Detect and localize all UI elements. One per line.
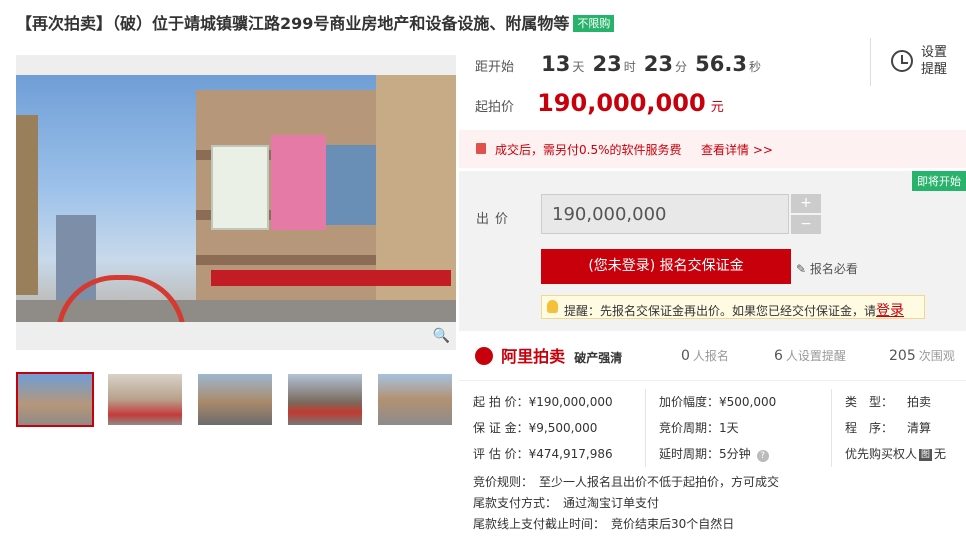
- brand-sub: 破产强清: [574, 351, 623, 365]
- countdown-minutes: 23: [643, 52, 674, 76]
- login-tip: 提醒：先报名交保证金再出价。如果您已经交付保证金，请登录: [541, 295, 925, 319]
- thumbnail[interactable]: [196, 372, 274, 427]
- brand-name: 阿里拍卖: [501, 347, 566, 366]
- page-title: 【再次拍卖】（破）位于靖城镇骥江路299号商业房地产和设备设施、附属物等 不限购: [16, 10, 956, 34]
- info-col-type: 类 型： 拍卖 程 序： 清算 优先购买权人图无: [845, 395, 947, 461]
- bid-input[interactable]: 190,000,000: [541, 194, 789, 234]
- countdown-days: 13: [541, 52, 571, 76]
- lightbulb-icon: [547, 300, 558, 313]
- stat-views: 205 次围观: [889, 348, 955, 364]
- countdown-hours: 23: [592, 52, 622, 76]
- priority-buyer-icon: 图: [919, 449, 933, 461]
- view-details-link[interactable]: 查看详情 >>: [701, 141, 773, 158]
- auction-info: 起 拍 价：¥190,000,000 保 证 金：¥9,500,000 评 估 …: [459, 380, 966, 467]
- ali-auction-logo-icon: [475, 347, 493, 365]
- service-fee-notice: 成交后，需另付0.5%的软件服务费 查看详情 >>: [459, 130, 966, 168]
- must-read-link[interactable]: ✎ 报名必看: [796, 260, 858, 277]
- alarm-clock-icon: [891, 50, 913, 72]
- thumbnail[interactable]: [286, 372, 364, 427]
- bid-label: 出价: [476, 212, 515, 227]
- image-gallery: 🔍: [16, 55, 456, 350]
- countdown: 距开始 13 天 23 时 23 分 56.3 秒: [475, 52, 761, 76]
- login-link[interactable]: 登录: [876, 303, 904, 319]
- thumbnail-strip: [16, 372, 456, 427]
- auction-panel: 距开始 13 天 23 时 23 分 56.3 秒 设置 提醒 起拍价 190,000,…: [459, 38, 966, 549]
- main-photo[interactable]: [16, 75, 456, 322]
- start-price: 起拍价 190,000,000 元: [475, 89, 724, 117]
- stat-registrants: 0 人报名: [681, 348, 729, 364]
- title-text: 【再次拍卖】（破）位于靖城镇骥江路299号商业房地产和设备设施、附属物等: [16, 14, 570, 33]
- bid-box: 即将开始 出价 190,000,000 + − (您未登录) 报名交保证金 ✎ …: [459, 171, 966, 331]
- countdown-seconds: 56.3: [695, 52, 747, 76]
- thumbnail[interactable]: [16, 372, 94, 427]
- help-icon[interactable]: ?: [756, 450, 769, 462]
- brand-row: 阿里拍卖 破产强清 0 人报名 6 人设置提醒 205 次围观: [475, 343, 966, 373]
- set-reminder-button[interactable]: 设置 提醒: [870, 38, 966, 86]
- purchase-limit-badge: 不限购: [573, 15, 615, 32]
- stat-reminders: 6 人设置提醒: [774, 348, 846, 364]
- start-price-value: 190,000,000: [537, 89, 706, 117]
- auction-rules: 竞价规则： 至少一人报名且出价不低于起拍价，方可成交 尾款支付方式： 通过淘宝订单支…: [473, 475, 780, 531]
- thumbnail[interactable]: [376, 372, 454, 427]
- countdown-label: 距开始: [475, 60, 515, 75]
- info-col-prices: 起 拍 价：¥190,000,000 保 证 金：¥9,500,000 评 估 …: [473, 395, 613, 461]
- increase-bid-button[interactable]: +: [791, 194, 821, 213]
- enroll-deposit-button[interactable]: (您未登录) 报名交保证金: [541, 249, 791, 284]
- zoom-icon[interactable]: 🔍: [433, 328, 450, 344]
- starting-soon-badge: 即将开始: [912, 171, 966, 191]
- thumbnail[interactable]: [106, 372, 184, 427]
- info-col-bidding: 加价幅度：¥500,000 竞价周期：1天 延时周期：5分钟?: [659, 395, 777, 462]
- decrease-bid-button[interactable]: −: [791, 215, 821, 234]
- gift-icon: [476, 143, 486, 154]
